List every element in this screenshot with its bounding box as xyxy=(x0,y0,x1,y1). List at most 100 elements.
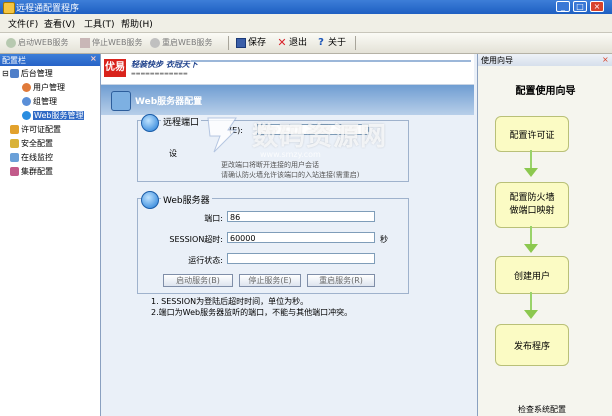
toolbar: 启动WEB服务 停止WEB服务 重启WEB服务 保存 ✕ 退出 ? 关于 xyxy=(0,33,612,54)
remote-port-title: 远程端口 xyxy=(161,115,202,128)
remote-port-input[interactable] xyxy=(257,124,369,135)
tree-item-security[interactable]: 安全配置 xyxy=(10,138,53,150)
tree-item-cluster[interactable]: 集群配置 xyxy=(10,166,53,178)
remote-port-label: (E): xyxy=(229,126,243,135)
brand-logo: 优易 xyxy=(104,59,126,77)
main-content: 优易 轻装快步 衣冠天下 ▬▬▬▬▬▬▬▬▬▬▬▬ Web服务器配置 远程端口 … xyxy=(101,54,474,416)
server-icon xyxy=(111,91,131,111)
connector-line xyxy=(530,150,532,170)
sidebar-title: 配置栏 xyxy=(2,56,26,65)
check-config-button[interactable]: 检查系统配置 xyxy=(518,404,566,415)
session-timeout-input[interactable]: 60000 xyxy=(227,232,375,243)
header-stripe xyxy=(191,60,471,62)
sidebar-header: 配置栏 × xyxy=(0,54,100,66)
app-icon xyxy=(3,2,15,14)
wizard-close-icon[interactable]: × xyxy=(602,55,609,64)
maximize-button[interactable]: □ xyxy=(573,1,587,12)
key-icon xyxy=(10,125,19,134)
note-line-1: 1. SESSION为登陆后超时时间，单位为秒。 xyxy=(151,297,309,306)
menu-bar: 文件(F) 查看(V) 工具(T) 帮助(H) xyxy=(0,14,612,33)
window-title: 远程通配置程序 xyxy=(16,4,80,14)
connector-line xyxy=(530,226,532,246)
connector-line xyxy=(530,292,532,312)
play-icon xyxy=(6,37,16,48)
title-bar: 远程通配置程序 _ □ × xyxy=(0,0,612,14)
port-input[interactable]: 86 xyxy=(227,211,375,222)
minimize-button[interactable]: _ xyxy=(556,1,570,12)
tree-item-monitor[interactable]: 在线监控 xyxy=(10,152,53,164)
about-button[interactable]: ? 关于 xyxy=(316,36,346,50)
arrow-down-icon xyxy=(524,244,538,253)
port-label: 端口: xyxy=(204,214,223,223)
globe-icon xyxy=(141,114,159,132)
tree-item-label: 在线监控 xyxy=(21,153,53,162)
stop-icon xyxy=(80,37,90,48)
run-status-label: 运行状态: xyxy=(188,256,223,265)
admin-icon xyxy=(9,69,19,78)
section-header: Web服务器配置 xyxy=(101,85,474,115)
tree-item-label: 集群配置 xyxy=(21,167,53,176)
tree-item-label: 后台管理 xyxy=(20,69,53,78)
wizard-title: 配置使用向导 xyxy=(515,86,576,97)
close-window-button[interactable]: × xyxy=(590,1,604,12)
remote-port-desc-2: 请确认防火墙允许该端口的入站连接(需重启) xyxy=(221,171,360,179)
wizard-panel: 使用向导 × 配置使用向导 配置许可证 配置防火墙 做端口映射 创建用户 发布程… xyxy=(477,54,612,416)
user-icon xyxy=(22,83,31,92)
section-title: Web服务器配置 xyxy=(135,97,203,107)
globe-icon xyxy=(141,191,159,209)
note-line-2: 2.端口为Web服务器监听的端口，不能与其他端口冲突。 xyxy=(151,308,353,317)
web-icon xyxy=(22,111,31,120)
menu-file[interactable]: 文件(F) xyxy=(8,17,38,30)
stop-service-button[interactable]: 停止服务(E) xyxy=(239,274,301,287)
tree-item-groups[interactable]: 组管理 xyxy=(22,96,57,108)
toolbar-separator xyxy=(355,36,356,50)
exit-label: 退出 xyxy=(289,38,308,48)
lock-icon xyxy=(10,139,19,148)
arrow-down-icon xyxy=(524,310,538,319)
tree-item-license[interactable]: 许可证配置 xyxy=(10,124,61,136)
restart-web-button[interactable]: 重启WEB服务 xyxy=(150,36,212,50)
x-icon: ✕ xyxy=(277,35,287,49)
menu-help[interactable]: 帮助(H) xyxy=(121,17,153,30)
tree-item-users[interactable]: 用户管理 xyxy=(22,82,65,94)
wizard-step-create-user[interactable]: 创建用户 xyxy=(495,256,569,294)
wizard-step-firewall[interactable]: 配置防火墙 做端口映射 xyxy=(495,182,569,228)
collapse-icon[interactable]: ⊟ xyxy=(2,69,9,78)
cluster-icon xyxy=(10,167,19,176)
tree-item-web-service[interactable]: Web服务管理 xyxy=(22,110,85,122)
stop-web-label: 停止WEB服务 xyxy=(92,38,143,47)
restart-icon xyxy=(150,37,160,48)
remote-port-row2-label: 设 xyxy=(169,149,177,158)
start-service-button[interactable]: 启动服务(B) xyxy=(163,274,233,287)
tree-item-backend[interactable]: ⊟ 后台管理 xyxy=(0,68,53,80)
exit-button[interactable]: ✕ 退出 xyxy=(277,36,307,50)
start-web-button[interactable]: 启动WEB服务 xyxy=(6,36,68,50)
session-unit: 秒 xyxy=(380,235,388,244)
save-label: 保存 xyxy=(248,38,267,48)
tree-item-label: 安全配置 xyxy=(21,139,53,148)
brand-header: 优易 轻装快步 衣冠天下 ▬▬▬▬▬▬▬▬▬▬▬▬ xyxy=(101,54,474,85)
wizard-header: 使用向导 × xyxy=(478,54,612,66)
monitor-icon xyxy=(10,153,19,162)
menu-view[interactable]: 查看(V) xyxy=(44,17,75,30)
run-status-field xyxy=(227,253,375,264)
sidebar-close-icon[interactable]: × xyxy=(90,54,97,63)
menu-tools[interactable]: 工具(T) xyxy=(84,17,115,30)
web-server-title: Web服务器 xyxy=(161,193,212,206)
wizard-panel-title: 使用向导 xyxy=(481,56,513,65)
wizard-step-license[interactable]: 配置许可证 xyxy=(495,116,569,152)
tree-item-label: Web服务管理 xyxy=(33,111,85,120)
toolbar-separator xyxy=(228,36,229,50)
brand-slogan-sub: ▬▬▬▬▬▬▬▬▬▬▬▬ xyxy=(131,71,188,77)
group-icon xyxy=(22,97,31,106)
about-label: 关于 xyxy=(328,38,347,48)
save-button[interactable]: 保存 xyxy=(236,36,266,50)
help-icon: ? xyxy=(318,36,324,48)
wizard-step-publish[interactable]: 发布程序 xyxy=(495,324,569,366)
stop-web-button[interactable]: 停止WEB服务 xyxy=(80,36,142,50)
restart-service-button[interactable]: 重启服务(R) xyxy=(307,274,375,287)
tree-item-label: 用户管理 xyxy=(33,83,65,92)
arrow-down-icon xyxy=(524,168,538,177)
remote-port-desc-1: 更改端口将断开连接的用户会话 xyxy=(221,161,319,169)
session-timeout-label: SESSION超时: xyxy=(169,235,223,244)
